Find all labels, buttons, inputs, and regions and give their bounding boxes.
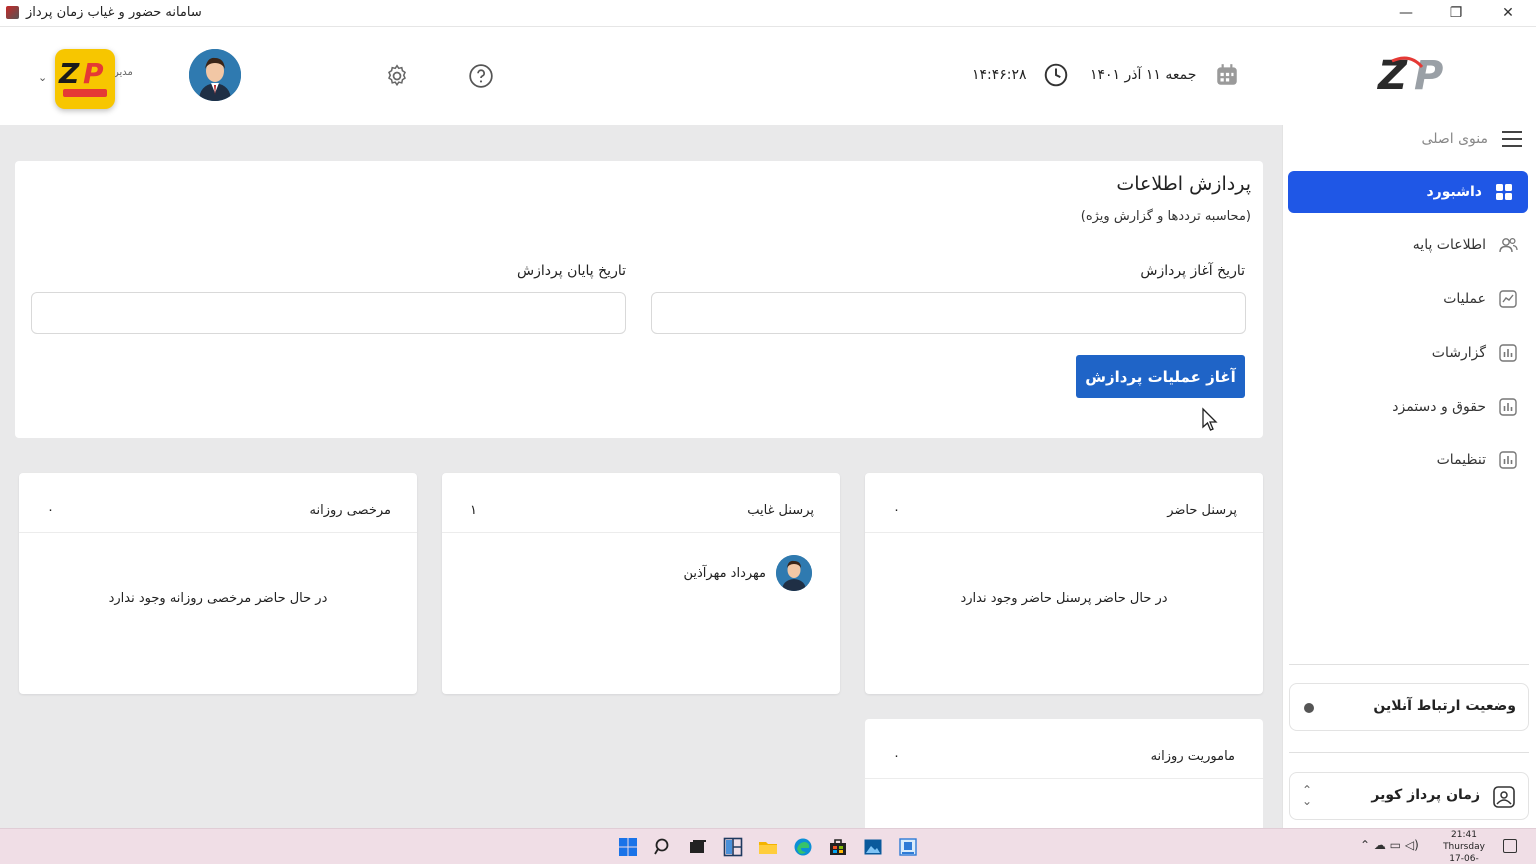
store-icon[interactable] [828, 837, 848, 857]
sidebar-item-operations[interactable]: عملیات [1443, 289, 1518, 309]
user-avatar-image [189, 49, 241, 101]
help-icon[interactable] [468, 63, 494, 89]
absent-count: ۱ [470, 503, 477, 518]
users-icon [1499, 237, 1518, 253]
divider [1289, 752, 1529, 753]
page-subtitle: (محاسبه ترددها و گزارش ویژه) [1080, 209, 1251, 224]
hamburger-icon[interactable] [1502, 131, 1522, 147]
sidebar-item-payroll[interactable]: حقوق و دستمزد [1392, 397, 1518, 417]
minimize-button[interactable]: — [1383, 0, 1429, 27]
windows-start-icon[interactable] [618, 837, 638, 857]
edge-browser-icon[interactable] [793, 837, 813, 857]
image-icon [1493, 786, 1515, 808]
svg-text:Z: Z [58, 57, 80, 90]
svg-text:P: P [83, 57, 104, 90]
divider [1289, 664, 1529, 665]
company-selector[interactable]: زمان پرداز کویر ⌃ ⌄ [1289, 772, 1529, 820]
task-view-icon[interactable] [688, 837, 708, 857]
page-title: پردازش اطلاعات [1116, 173, 1251, 195]
card-title: ماموریت روزانه [1150, 749, 1235, 764]
search-icon[interactable] [653, 837, 673, 857]
start-processing-button[interactable]: آغاز عملیات پردازش [1076, 355, 1245, 398]
sidebar-item-base-info[interactable]: اطلاعات پایه [1413, 235, 1518, 255]
end-date-label: تاریخ پایان پردازش [517, 263, 626, 279]
bar-chart-icon [1499, 451, 1517, 469]
bar-chart-icon [1499, 398, 1517, 416]
sidebar-item-label: اطلاعات پایه [1412, 237, 1486, 253]
avatar [776, 555, 812, 591]
clock-icon [1044, 63, 1067, 87]
brand-logo: Z P [1376, 53, 1443, 99]
title-bar: سامانه حضور و غیاب زمان پرداز — ❐ ✕ [0, 0, 1536, 27]
person-name: مهرداد مهرآذین [683, 565, 767, 581]
clock-date: 17-06-2021 [1449, 854, 1479, 864]
sidebar-item-settings[interactable]: تنظیمات [1437, 450, 1518, 470]
company-logo: Z P [58, 57, 107, 97]
mouse-cursor-icon [1202, 407, 1218, 431]
processing-card: پردازش اطلاعات (محاسبه ترددها و گزارش وی… [15, 161, 1263, 438]
sidebar-item-label: عملیات [1443, 291, 1486, 307]
taskbar-clock[interactable]: 21:41 Thursday 17-06-2021 [1438, 829, 1490, 864]
window-title: سامانه حضور و غیاب زمان پرداز [26, 5, 202, 20]
online-status-label: وضعیت ارتباط آنلاین [1373, 698, 1516, 714]
taskbar: ⌃ ☁ ▭ ◁) 21:41 Thursday 17-06-2021 [0, 828, 1536, 864]
sidebar-item-label: داشبورد [1426, 184, 1483, 200]
present-personnel-card: پرسنل حاضر ۰ در حال حاضر پرسنل حاضر وجود… [865, 473, 1263, 694]
maximize-button[interactable]: ❐ [1433, 0, 1479, 27]
sidebar-item-reports[interactable]: گزارشات [1432, 343, 1518, 363]
current-time: ۱۴:۴۶:۲۸ [972, 67, 1027, 83]
current-date: جمعه ۱۱ آذر ۱۴۰۱ [1090, 67, 1197, 83]
card-title: پرسنل حاضر [1167, 503, 1237, 518]
top-header: Z P جمعه ۱۱ آذر ۱۴۰۱ ۱۴:۴۶:۲۸ مدیر Z P ⌄ [0, 27, 1536, 125]
grid-icon [1496, 184, 1512, 200]
chevron-down-icon[interactable]: ⌄ [38, 71, 47, 84]
chevron-updown-icon: ⌃ ⌄ [1302, 783, 1313, 808]
calendar-icon [1217, 64, 1238, 85]
notification-icon[interactable] [1503, 839, 1517, 853]
start-date-input[interactable] [651, 292, 1246, 334]
app-icon [6, 6, 19, 19]
list-item[interactable]: مهرداد مهرآذین [683, 555, 812, 591]
status-indicator [1304, 703, 1314, 713]
company-name: زمان پرداز کویر [1371, 787, 1480, 803]
chart-line-icon [1499, 290, 1517, 308]
svg-text:P: P [1414, 53, 1443, 99]
empty-message: در حال حاضر پرسنل حاضر وجود ندارد [960, 591, 1168, 606]
clock-day: Thursday [1443, 842, 1485, 852]
daily-leave-card: مرخصی روزانه ۰ در حال حاضر مرخصی روزانه … [19, 473, 417, 694]
sidebar-item-label: تنظیمات [1436, 452, 1486, 468]
sidebar-item-label: حقوق و دستمزد [1392, 399, 1486, 415]
clock-time: 21:41 [1451, 830, 1477, 840]
start-date-label: تاریخ آغاز پردازش [1140, 263, 1245, 279]
leave-count: ۰ [47, 503, 54, 518]
menu-title: منوی اصلی [1421, 131, 1488, 147]
daily-mission-card: ماموریت روزانه ۰ [865, 719, 1263, 839]
sidebar-item-label: گزارشات [1431, 345, 1486, 361]
bar-chart-icon [1499, 344, 1517, 362]
sidebar: منوی اصلی داشبورد اطلاعات پایه عملیات گز… [1282, 125, 1536, 828]
file-explorer-icon[interactable] [758, 837, 778, 857]
user-avatar[interactable] [189, 49, 241, 101]
card-title: پرسنل غایب [747, 503, 814, 518]
user-role: مدیر [114, 67, 133, 78]
time-display: ۱۴:۴۶:۲۸ [972, 62, 1069, 88]
settings-icon[interactable] [384, 63, 410, 89]
close-button[interactable]: ✕ [1485, 0, 1531, 27]
date-display: جمعه ۱۱ آذر ۱۴۰۱ [1090, 62, 1240, 88]
mission-count: ۰ [893, 749, 900, 764]
menu-header: منوی اصلی [1422, 131, 1522, 147]
online-status-card: وضعیت ارتباط آنلاین [1289, 683, 1529, 731]
absent-personnel-card: پرسنل غایب ۱ مهرداد مهرآذین [442, 473, 840, 694]
empty-message: در حال حاضر مرخصی روزانه وجود ندارد [108, 591, 328, 606]
company-badge[interactable]: Z P [55, 49, 115, 109]
photos-icon[interactable] [863, 837, 883, 857]
card-title: مرخصی روزانه [309, 503, 391, 518]
attendance-app-icon[interactable] [898, 837, 918, 857]
sidebar-item-dashboard[interactable]: داشبورد [1288, 171, 1528, 213]
person-avatar-image [776, 555, 812, 591]
end-date-input[interactable] [31, 292, 626, 334]
present-count: ۰ [893, 503, 900, 518]
widgets-icon[interactable] [723, 837, 743, 857]
system-tray[interactable]: ⌃ ☁ ▭ ◁) [1360, 838, 1419, 852]
